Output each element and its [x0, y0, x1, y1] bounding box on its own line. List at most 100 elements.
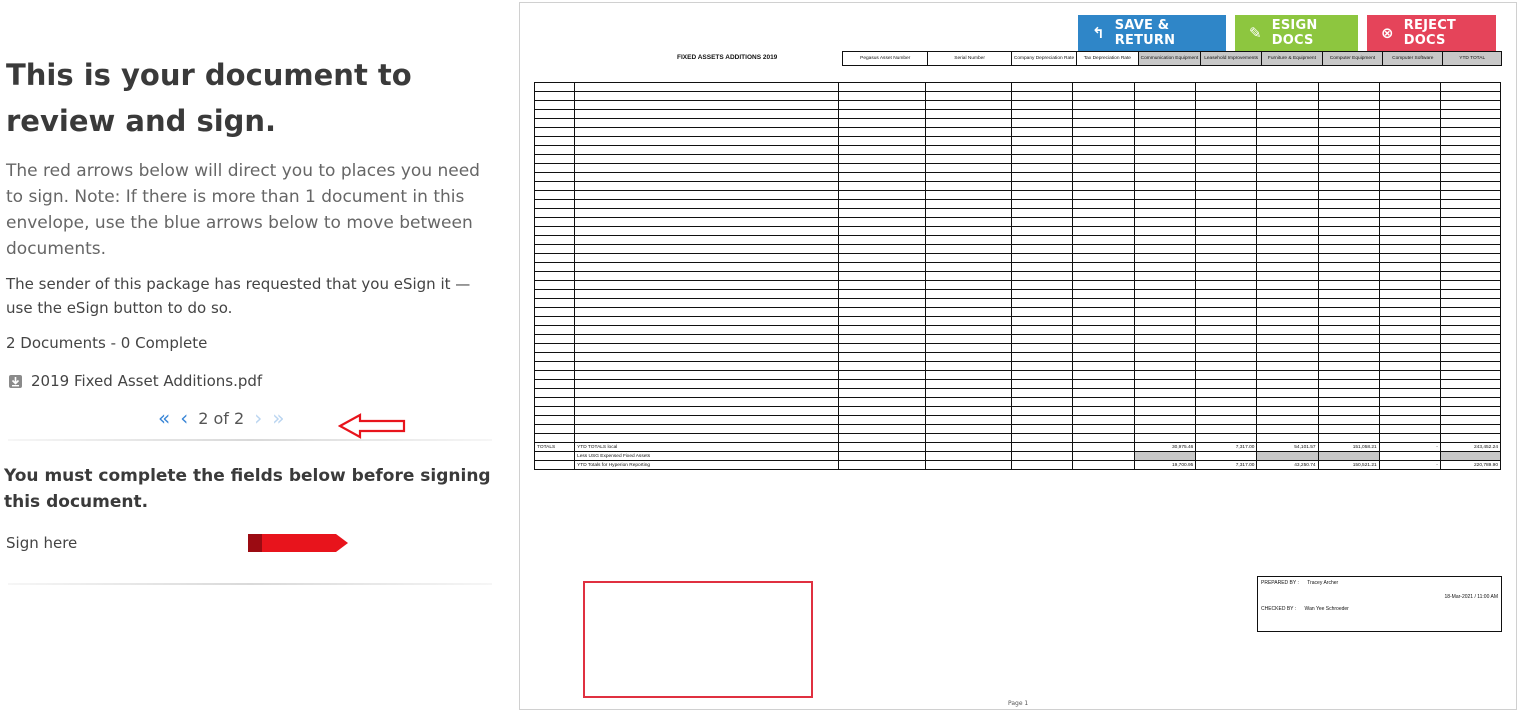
table-row: [533, 280, 1502, 290]
table-cell: [1439, 199, 1502, 209]
table-cell: [1317, 163, 1380, 173]
save-return-button[interactable]: ↰ SAVE & RETURN: [1078, 15, 1226, 51]
table-cell: [924, 181, 1012, 191]
table-cell: [574, 415, 839, 425]
table-cell: [574, 388, 839, 398]
table-cell: [837, 343, 926, 353]
last-document-icon[interactable]: »: [272, 406, 284, 430]
table-cell: [1256, 118, 1319, 128]
table-cell: [924, 343, 1012, 353]
sign-here-arrow-icon[interactable]: [248, 534, 348, 552]
table-cell: [1072, 370, 1136, 380]
signature-field[interactable]: [583, 581, 813, 698]
table-cell: [1010, 379, 1074, 389]
table-cell: [533, 397, 576, 407]
table-cell: [1134, 361, 1197, 371]
table-cell: [1134, 109, 1197, 119]
next-document-icon[interactable]: ›: [254, 406, 262, 430]
reject-docs-button[interactable]: ⊗ REJECT DOCS: [1367, 15, 1496, 51]
table-cell: [1256, 199, 1319, 209]
table-cell: [1072, 334, 1136, 344]
table-cell: [1317, 280, 1380, 290]
table-cell: [533, 172, 576, 182]
table-cell: [1439, 217, 1502, 227]
table-cell: [924, 361, 1012, 371]
table-row: [533, 388, 1502, 398]
table-cell: [1072, 208, 1136, 218]
table-cell: [924, 118, 1012, 128]
table-cell: [1134, 388, 1197, 398]
table-cell: [1010, 226, 1074, 236]
table-cell: [1195, 244, 1258, 254]
table-cell: [574, 244, 839, 254]
table-cell: [924, 442, 1012, 452]
table-cell: [574, 397, 839, 407]
table-cell: [1010, 424, 1074, 434]
table-cell: [1072, 244, 1136, 254]
esign-docs-button[interactable]: ✎ ESIGN DOCS: [1235, 15, 1358, 51]
header-cell: Pegasus Asset Number: [841, 51, 929, 66]
table-cell: [837, 271, 926, 281]
table-cell: [1256, 352, 1319, 362]
pager-position: 2 of 2: [198, 408, 245, 428]
table-cell: 151,058.21: [1317, 442, 1380, 452]
table-cell: [1010, 154, 1074, 164]
table-cell: [1439, 406, 1502, 416]
table-cell: [837, 460, 926, 470]
table-cell: [837, 334, 926, 344]
table-cell: [1195, 433, 1258, 443]
table-cell: [574, 379, 839, 389]
table-cell: 43,250.74: [1256, 460, 1319, 470]
download-icon[interactable]: [8, 374, 23, 389]
table-cell: [533, 118, 576, 128]
header-cell: Serial Number: [927, 51, 1012, 66]
table-cell: [574, 262, 839, 272]
table-cell: [1134, 352, 1197, 362]
table-cell: [1195, 235, 1258, 245]
table-cell: [837, 163, 926, 173]
table-cell: [1010, 235, 1074, 245]
table-row: [533, 316, 1502, 326]
table-cell: [1317, 145, 1380, 155]
table-cell: [1317, 343, 1380, 353]
table-cell: [574, 280, 839, 290]
table-cell: [574, 334, 839, 344]
table-cell: [1439, 280, 1502, 290]
table-row: [533, 172, 1502, 182]
table-cell: [533, 163, 576, 173]
table-cell: [533, 82, 576, 92]
table-cell: [1256, 271, 1319, 281]
table-cell: [533, 307, 576, 317]
table-cell: [837, 136, 926, 146]
table-cell: [1256, 253, 1319, 263]
table-row: [533, 397, 1502, 407]
table-cell: [1317, 127, 1380, 137]
table-cell: [1317, 415, 1380, 425]
previous-document-icon[interactable]: ‹: [180, 406, 188, 430]
table-cell: [1134, 127, 1197, 137]
table-cell: [1317, 433, 1380, 443]
first-document-icon[interactable]: «: [158, 406, 170, 430]
table-row: [533, 190, 1502, 200]
cancel-circle-icon: ⊗: [1381, 24, 1394, 42]
table-cell: [837, 388, 926, 398]
table-cell: [1378, 370, 1441, 380]
table-row: [533, 208, 1502, 218]
table-cell: [533, 127, 576, 137]
document-link[interactable]: 2019 Fixed Asset Additions.pdf: [8, 372, 262, 390]
table-row: [533, 136, 1502, 146]
table-cell: [1439, 289, 1502, 299]
table-cell: [1378, 136, 1441, 146]
document-viewer[interactable]: ↰ SAVE & RETURN ✎ ESIGN DOCS ⊗ REJECT DO…: [519, 2, 1517, 710]
table-row: [533, 307, 1502, 317]
table-cell: [924, 451, 1012, 461]
intro-text: The red arrows below will direct you to …: [6, 161, 480, 259]
pencil-icon: ✎: [1249, 24, 1262, 42]
table-cell: [574, 325, 839, 335]
table-cell: [1378, 298, 1441, 308]
file-name[interactable]: 2019 Fixed Asset Additions.pdf: [31, 372, 262, 390]
table-cell: [1317, 217, 1380, 227]
table-cell: [924, 91, 1012, 101]
table-row: [533, 91, 1502, 101]
table-cell: -: [1378, 442, 1441, 452]
